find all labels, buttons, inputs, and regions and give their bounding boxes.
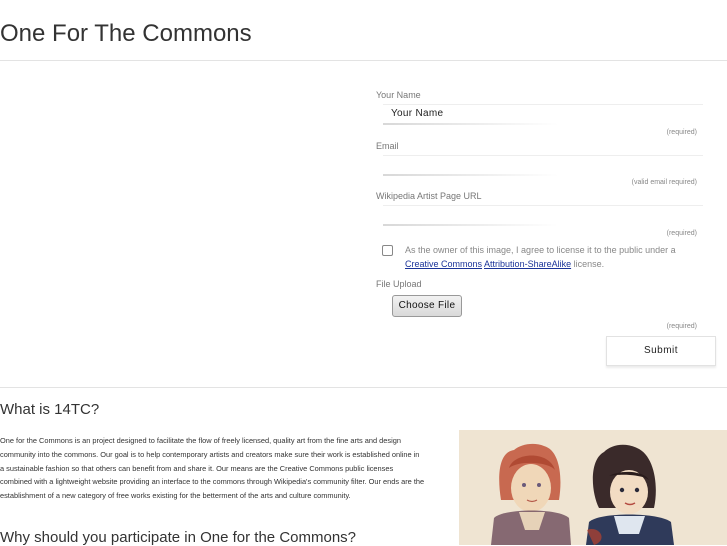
- license-consent-text: As the owner of this image, I agree to l…: [405, 243, 705, 271]
- featured-artwork-image: [459, 430, 727, 545]
- wiki-url-hint: (required): [666, 230, 697, 237]
- name-input[interactable]: Your Name: [383, 104, 703, 125]
- file-upload-label: File Upload: [376, 279, 422, 289]
- header-divider: [0, 60, 727, 61]
- why-heading: Why should you participate in One for th…: [0, 529, 357, 546]
- name-hint: (required): [666, 129, 697, 136]
- wiki-url-label: Wikipedia Artist Page URL: [376, 191, 482, 201]
- creative-commons-link[interactable]: Creative Commons: [405, 259, 482, 269]
- license-checkbox[interactable]: [382, 245, 393, 256]
- submit-button[interactable]: Submit: [606, 336, 716, 366]
- site-title: One For The Commons: [0, 20, 252, 47]
- attribution-sharealike-link[interactable]: Attribution-ShareAlike: [484, 259, 571, 269]
- consent-text-before: As the owner of this image, I agree to l…: [405, 245, 676, 255]
- email-input[interactable]: [383, 155, 703, 176]
- about-paragraph: One for the Commons is an project design…: [0, 436, 425, 501]
- email-hint: (valid email required): [631, 179, 697, 186]
- wiki-url-input[interactable]: [383, 205, 703, 226]
- file-upload-hint: (required): [666, 323, 697, 330]
- consent-text-after: license.: [573, 259, 605, 269]
- email-label: Email: [376, 141, 399, 151]
- about-heading: What is 14TC?: [0, 401, 100, 418]
- choose-file-button[interactable]: Choose File: [392, 295, 462, 317]
- section-divider: [0, 387, 727, 388]
- name-label: Your Name: [376, 90, 421, 100]
